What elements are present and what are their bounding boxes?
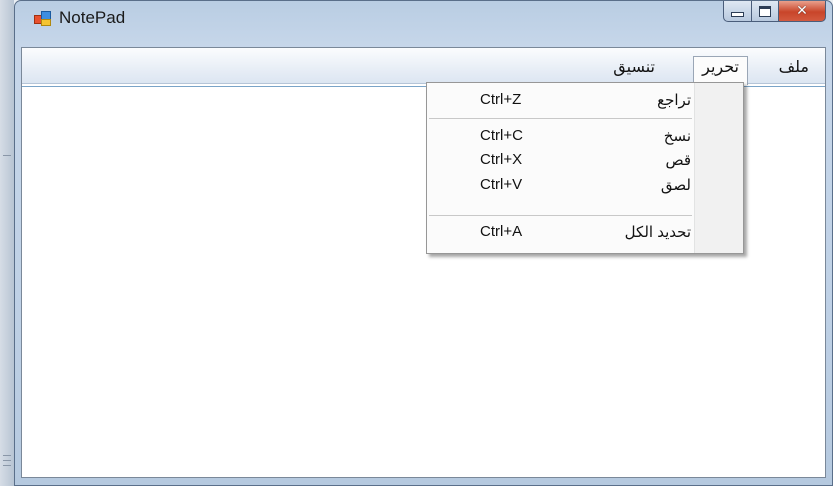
menu-item-copy[interactable]: Ctrl+C نسخ	[427, 123, 743, 150]
menu-item-select-all[interactable]: Ctrl+A تحديد الكل	[427, 219, 743, 246]
background-window-edge	[0, 0, 14, 486]
menu-separator	[429, 215, 692, 216]
menu-edit[interactable]: تحرير	[693, 56, 748, 85]
maximize-icon	[759, 5, 771, 17]
menu-item-label: تراجع	[657, 92, 691, 109]
shortcut-text: Ctrl+A	[480, 223, 523, 240]
menu-item-label: نسخ	[663, 128, 691, 145]
shortcut-text: Ctrl+C	[480, 127, 523, 144]
close-button[interactable]: ✕	[779, 1, 826, 22]
menu-item-label: لصق	[660, 177, 691, 194]
edit-dropdown-menu: Ctrl+Z تراجع Ctrl+C نسخ Ctrl+X قص Ctrl+V…	[426, 82, 744, 254]
menu-bar: ملف تحرير تنسيق	[22, 48, 825, 85]
menu-format[interactable]: تنسيق	[605, 57, 663, 83]
caption-buttons: ✕	[723, 1, 826, 23]
shortcut-text: Ctrl+Z	[480, 91, 522, 108]
menu-separator	[429, 118, 692, 119]
menu-item-label: تحديد الكل	[624, 224, 691, 241]
menu-item-cut[interactable]: Ctrl+X قص	[427, 147, 743, 174]
window-title: NotePad	[59, 8, 126, 27]
app-icon[interactable]	[34, 10, 51, 26]
menu-item-undo[interactable]: Ctrl+Z تراجع	[427, 87, 743, 114]
shortcut-text: Ctrl+V	[480, 176, 523, 193]
close-icon: ✕	[796, 3, 808, 19]
menu-item-paste[interactable]: Ctrl+V لصق	[427, 172, 743, 199]
minimize-button[interactable]	[723, 1, 752, 22]
menu-file[interactable]: ملف	[771, 57, 817, 83]
maximize-button[interactable]	[752, 1, 779, 22]
menu-item-label: قص	[665, 152, 691, 169]
minimize-icon	[731, 12, 744, 17]
shortcut-text: Ctrl+X	[480, 151, 523, 168]
